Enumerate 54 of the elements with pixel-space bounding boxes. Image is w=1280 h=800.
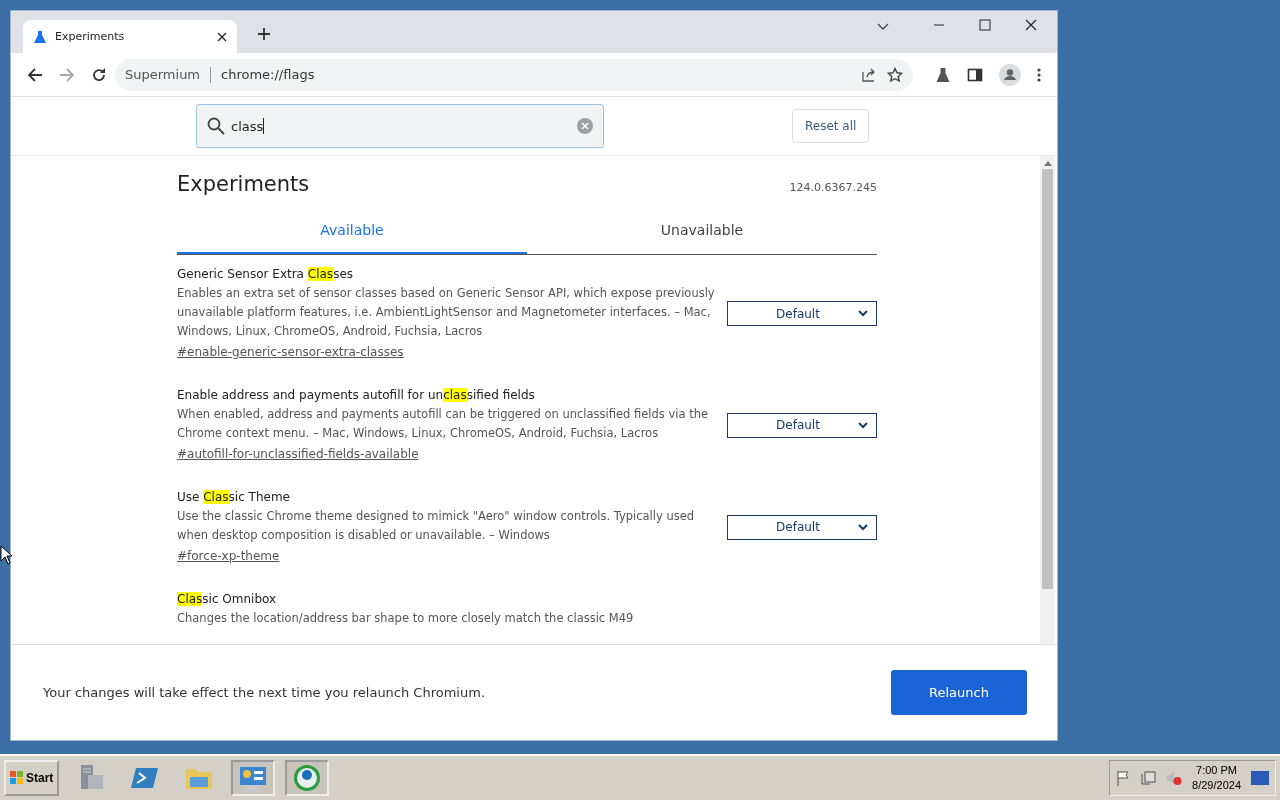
- flag-description: Use the classic Chrome theme designed to mimick "Aero" window controls. Typically used when desktop composition is disabled or unavailable. – Windows: [177, 508, 696, 544]
- version-label: 124.0.6367.245: [789, 181, 877, 196]
- browser-app-button[interactable]: [285, 760, 330, 797]
- flag-dropdown[interactable]: Default: [727, 514, 877, 540]
- flag-link[interactable]: #enable-generic-sensor-extra-classes: [177, 345, 404, 359]
- address-bar[interactable]: Supermium chrome://flags: [115, 58, 913, 91]
- flag-title: Enable address and payments autofill for unclassified fields: [177, 388, 536, 402]
- new-tab-icon[interactable]: [257, 27, 271, 41]
- flag-title: Classic Omnibox: [177, 592, 278, 606]
- reset-all-button[interactable]: Reset all: [792, 109, 870, 143]
- search-field[interactable]: class: [196, 104, 604, 148]
- share-icon[interactable]: [861, 66, 877, 83]
- page-title: Experiments: [177, 172, 310, 196]
- flag-link[interactable]: #force-xp-theme: [177, 549, 280, 563]
- relaunch-message: Your changes will take effect the next time you relaunch Chromium.: [43, 685, 485, 701]
- start-button[interactable]: Start: [4, 760, 60, 797]
- chevron-down-icon: [858, 523, 868, 531]
- flag-description: Enables an extra set of sensor classes based on Generic Sensor API, which expose previously unavailable platform features, i.e. AmbientLightSensor and Magnetometer interfaces. – Mac, Windows, Linux, ChromeOS, Android, Fuchsia, Lacros: [177, 285, 716, 340]
- flag-description: When enabled, address and payments autofill can be triggered on unclassified fields via the Chrome context menu. – Mac, Windows, Linux, ChromeOS, Android, Fuchsia, Lacros: [177, 406, 709, 442]
- relaunch-button[interactable]: Relaunch: [891, 670, 1027, 716]
- view-tab[interactable]: Unavailable: [527, 214, 877, 254]
- browser-icon: [292, 763, 323, 794]
- search-icon: [207, 117, 225, 135]
- flag-title: Use Classic Theme: [177, 490, 291, 504]
- chevron-down-icon: [858, 421, 868, 429]
- speaker-muted-icon[interactable]: [1166, 770, 1183, 787]
- maximize-icon[interactable]: [979, 19, 991, 31]
- clock-date: 8/29/2024: [1192, 778, 1241, 794]
- menu-icon[interactable]: [1037, 67, 1041, 82]
- browser-tab[interactable]: Experiments: [23, 20, 237, 53]
- panel-app-button[interactable]: [231, 760, 276, 797]
- flag-dropdown[interactable]: Default: [727, 301, 877, 326]
- flag-description: Changes the location/address bar shape to more closely match the classic M49: [177, 610, 635, 627]
- side-panel-icon[interactable]: [967, 66, 983, 83]
- chevron-down-icon[interactable]: [877, 23, 889, 31]
- back-icon[interactable]: [27, 66, 43, 83]
- flag-dropdown[interactable]: Default: [727, 412, 877, 438]
- view-tab[interactable]: Available: [177, 214, 527, 254]
- show-desktop-icon[interactable]: [1251, 771, 1269, 786]
- flag-link[interactable]: #autofill-for-unclassified-fields-available: [177, 447, 419, 461]
- clock-time: 7:00 PM: [1196, 763, 1237, 779]
- reload-icon[interactable]: [91, 66, 107, 83]
- flask-icon: [33, 29, 47, 44]
- flask-icon[interactable]: [935, 66, 951, 83]
- flag-title: Generic Sensor Extra Classes: [177, 267, 354, 281]
- flag-icon[interactable]: [1116, 770, 1131, 787]
- close-icon[interactable]: [217, 31, 227, 42]
- windows-logo-icon: [10, 771, 24, 786]
- scrollbar[interactable]: [1040, 156, 1055, 645]
- chevron-down-icon: [858, 310, 868, 317]
- clear-icon[interactable]: [577, 118, 593, 134]
- profile-icon[interactable]: [999, 63, 1021, 86]
- star-icon[interactable]: [887, 66, 903, 83]
- close-icon[interactable]: [1025, 19, 1037, 31]
